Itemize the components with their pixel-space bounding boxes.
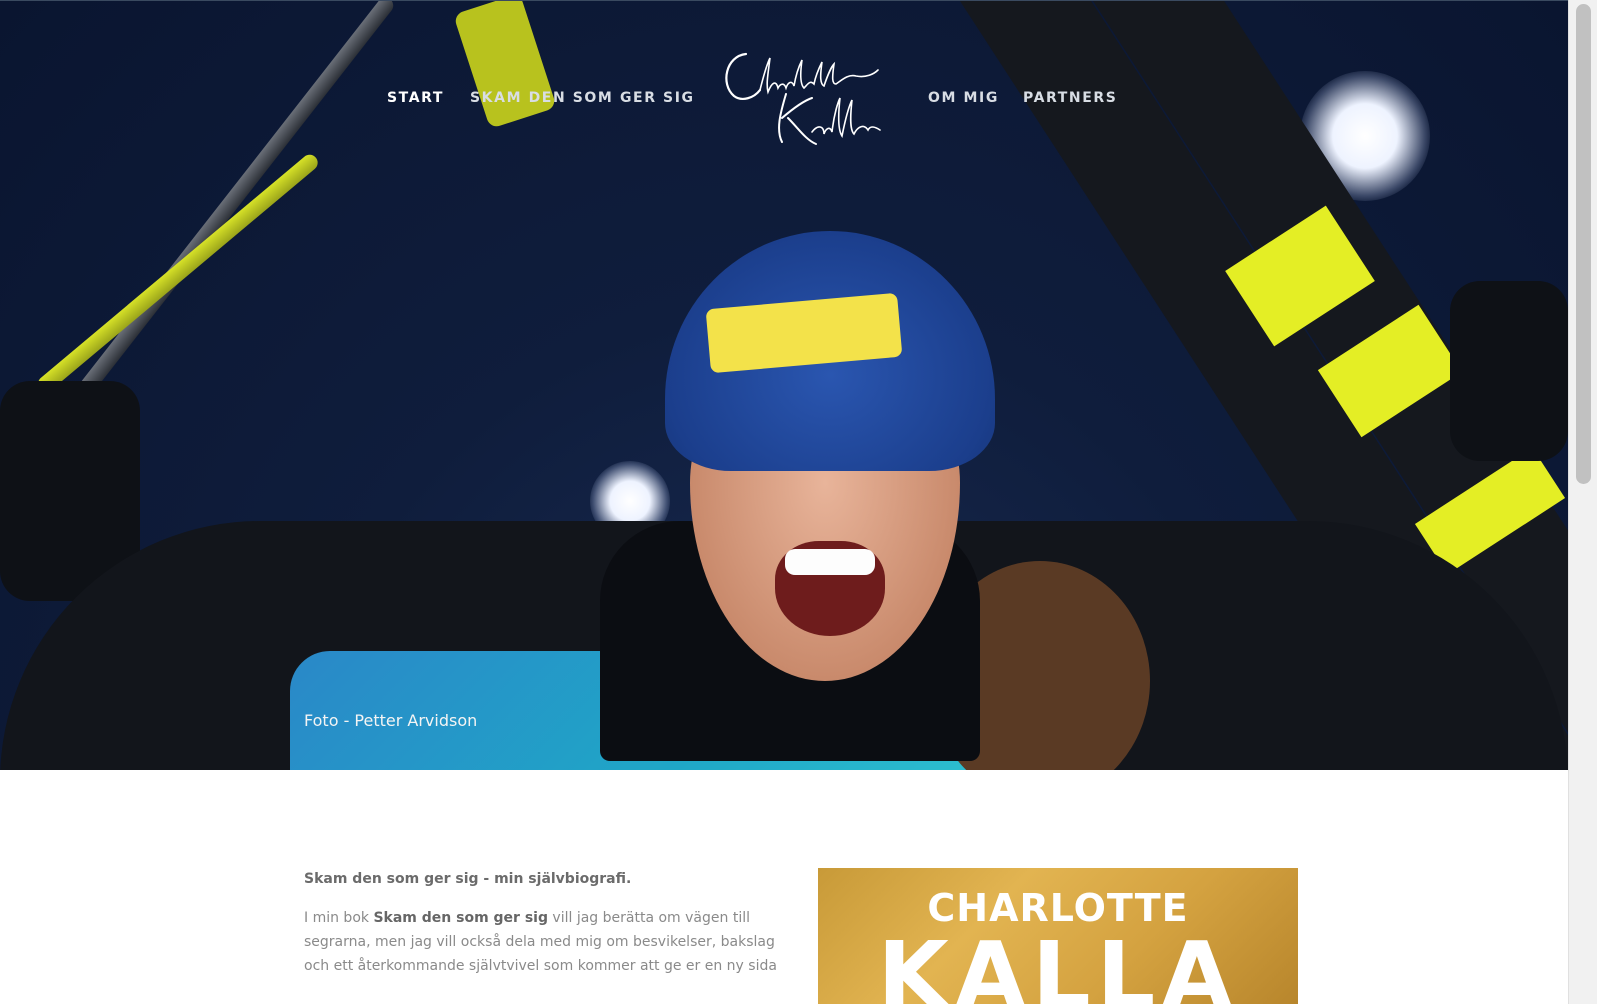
page-scrollbar[interactable] <box>1568 0 1597 1004</box>
teeth <box>785 549 875 575</box>
signature-logo-graphic <box>725 52 881 145</box>
book-cover[interactable]: CHARLOTTE KALLA <box>818 868 1298 1004</box>
pole-strap <box>453 1 557 129</box>
glove <box>1450 281 1568 461</box>
nav-start[interactable]: START <box>387 90 444 106</box>
intro-title: Skam den som ger sig - min självbiografi… <box>304 871 632 887</box>
nav-om-mig[interactable]: OM MIG <box>928 90 999 106</box>
scrollbar-thumb[interactable] <box>1576 4 1591 484</box>
ski-pole <box>63 1 397 414</box>
intro-text: I min bok Skam den som ger sig vill jag … <box>304 906 790 978</box>
nav-partners[interactable]: PARTNERS <box>1023 90 1117 106</box>
book-cover-last-name: KALLA <box>877 922 1239 1004</box>
ski-pole <box>34 151 321 396</box>
intro-text-before: I min bok <box>304 910 374 926</box>
nav-skam-den-som-ger-sig[interactable]: SKAM DEN SOM GER SIG <box>470 90 695 106</box>
intro-book-title: Skam den som ger sig <box>373 910 548 926</box>
signature-logo[interactable] <box>716 44 886 150</box>
photo-credit: Foto - Petter Arvidson <box>304 711 478 730</box>
